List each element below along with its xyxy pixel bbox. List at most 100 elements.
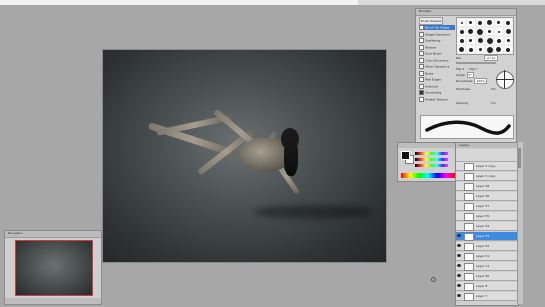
brush-tip[interactable] xyxy=(503,45,513,54)
brush-option-checkbox[interactable] xyxy=(419,38,424,43)
layer-row[interactable]: Layer 51 xyxy=(456,252,518,261)
eye-icon[interactable] xyxy=(457,274,461,277)
brush-tip-grid[interactable] xyxy=(456,17,514,55)
foreground-color-swatch[interactable] xyxy=(401,151,410,160)
layer-row[interactable]: Layer 56 xyxy=(456,192,518,201)
brush-option-checkbox[interactable] xyxy=(419,44,424,50)
green-slider[interactable] xyxy=(415,158,448,161)
brush-option-row[interactable]: Shape Dynamics xyxy=(419,31,455,37)
size-value[interactable]: 27 px xyxy=(483,55,499,61)
brush-option-checkbox[interactable] xyxy=(419,57,424,63)
layer-row[interactable]: Layer 55 xyxy=(456,212,518,221)
layer-row[interactable]: Layer 7 xyxy=(456,292,518,301)
layer-row[interactable]: Layer 5 copy xyxy=(456,172,518,181)
brush-option-checkbox[interactable] xyxy=(419,77,424,82)
brush-tip[interactable] xyxy=(457,27,467,36)
red-slider[interactable] xyxy=(415,152,448,155)
layer-row[interactable]: Layer 50 xyxy=(456,272,518,281)
brush-option-checkbox[interactable] xyxy=(419,90,424,95)
brush-tip[interactable] xyxy=(475,18,485,27)
brush-tip[interactable] xyxy=(484,18,495,27)
roundness-value[interactable]: 100% xyxy=(474,78,487,84)
brush-tip[interactable] xyxy=(457,45,467,54)
brush-option-checkbox[interactable] xyxy=(419,31,424,37)
eye-icon[interactable] xyxy=(457,284,461,287)
brush-option-row[interactable]: Dual Brush xyxy=(419,51,455,56)
brush-option-checkbox[interactable] xyxy=(419,70,424,76)
brush-option-row[interactable]: Texture xyxy=(419,44,455,50)
brush-option-row[interactable]: Noise xyxy=(419,70,455,76)
eye-icon[interactable] xyxy=(457,244,461,247)
eye-icon[interactable] xyxy=(457,184,461,187)
brush-option-row[interactable]: Brush Tip Shape xyxy=(419,25,455,30)
flip-x-checkbox[interactable]: Flip X xyxy=(456,67,464,71)
brush-tip[interactable] xyxy=(503,36,513,45)
brush-option-row[interactable]: Other Dynamics xyxy=(419,64,455,69)
brush-presets-button[interactable]: Brush Presets xyxy=(419,17,443,25)
layers-tab[interactable]: Layers xyxy=(456,143,518,148)
brush-tip[interactable] xyxy=(457,18,467,27)
eye-icon[interactable] xyxy=(457,254,461,257)
brush-tip[interactable] xyxy=(457,36,467,45)
eye-icon[interactable] xyxy=(457,174,461,177)
navigator-zoom-bar[interactable] xyxy=(5,298,101,304)
layer-row[interactable]: Layer 11 xyxy=(456,262,518,271)
eye-icon[interactable] xyxy=(457,224,461,227)
brushes-tab[interactable]: Brushes xyxy=(416,9,516,16)
eye-icon[interactable] xyxy=(457,204,461,207)
brush-option-row[interactable]: Smoothing xyxy=(419,90,455,95)
layer-row[interactable]: Layer 53 xyxy=(456,232,518,241)
eye-icon[interactable] xyxy=(457,234,461,237)
navigator-view-box[interactable] xyxy=(15,240,93,296)
brush-tip[interactable] xyxy=(494,45,504,54)
brush-option-checkbox[interactable] xyxy=(419,51,424,56)
brush-tip[interactable] xyxy=(475,45,485,54)
brush-option-row[interactable]: Protect Texture xyxy=(419,96,455,102)
brush-option-checkbox[interactable] xyxy=(419,25,424,30)
brush-tip[interactable] xyxy=(494,18,504,27)
brush-tip[interactable] xyxy=(494,36,504,45)
document-canvas[interactable] xyxy=(103,50,386,262)
brush-option-checkbox[interactable] xyxy=(419,64,424,69)
navigator-tab[interactable]: Navigator xyxy=(5,231,101,238)
brush-option-checkbox[interactable] xyxy=(419,96,424,102)
layer-row[interactable]: Layer 52 xyxy=(456,242,518,251)
brush-option-row[interactable]: Color Dynamics xyxy=(419,57,455,63)
color-tab[interactable] xyxy=(398,143,458,148)
eye-icon[interactable] xyxy=(457,164,461,167)
layer-row[interactable]: Layer 54 xyxy=(456,222,518,231)
brush-option-row[interactable]: Airbrush xyxy=(419,83,455,89)
spacing-value[interactable]: 1% xyxy=(491,101,496,105)
flip-y-checkbox[interactable]: Flip Y xyxy=(469,67,477,71)
layer-row[interactable]: Layer 57 xyxy=(456,202,518,211)
layer-row[interactable]: Layer 8 xyxy=(456,282,518,291)
layer-row[interactable]: Layer 58 xyxy=(456,182,518,191)
brush-tip[interactable] xyxy=(484,36,495,45)
brush-tip[interactable] xyxy=(466,18,476,27)
blue-slider[interactable] xyxy=(415,164,448,167)
brush-tip[interactable] xyxy=(466,27,476,36)
eye-icon[interactable] xyxy=(457,214,461,217)
angle-value[interactable]: 0° xyxy=(466,72,474,78)
brush-option-checkbox[interactable] xyxy=(419,83,424,89)
brush-option-row[interactable]: Wet Edges xyxy=(419,77,455,82)
size-slider[interactable] xyxy=(456,62,496,64)
hardness-value[interactable]: 0% xyxy=(491,87,496,91)
brush-tip[interactable] xyxy=(494,27,504,36)
layers-scroll-thumb[interactable] xyxy=(518,148,521,168)
brush-tip[interactable] xyxy=(484,45,495,54)
brush-option-row[interactable]: Scattering xyxy=(419,38,455,43)
brush-tip[interactable] xyxy=(503,18,513,27)
brush-tip[interactable] xyxy=(475,27,485,36)
layers-toolbar[interactable] xyxy=(456,149,518,162)
brush-tip[interactable] xyxy=(466,36,476,45)
eye-icon[interactable] xyxy=(457,194,461,197)
eye-icon[interactable] xyxy=(457,264,461,267)
layer-row[interactable]: Layer 5 copy xyxy=(456,162,518,171)
angle-dial[interactable] xyxy=(496,71,514,89)
color-spectrum[interactable] xyxy=(401,173,455,178)
brush-tip[interactable] xyxy=(503,27,513,36)
brush-tip[interactable] xyxy=(466,45,476,54)
brush-tip[interactable] xyxy=(484,27,495,36)
brush-tip[interactable] xyxy=(475,36,485,45)
